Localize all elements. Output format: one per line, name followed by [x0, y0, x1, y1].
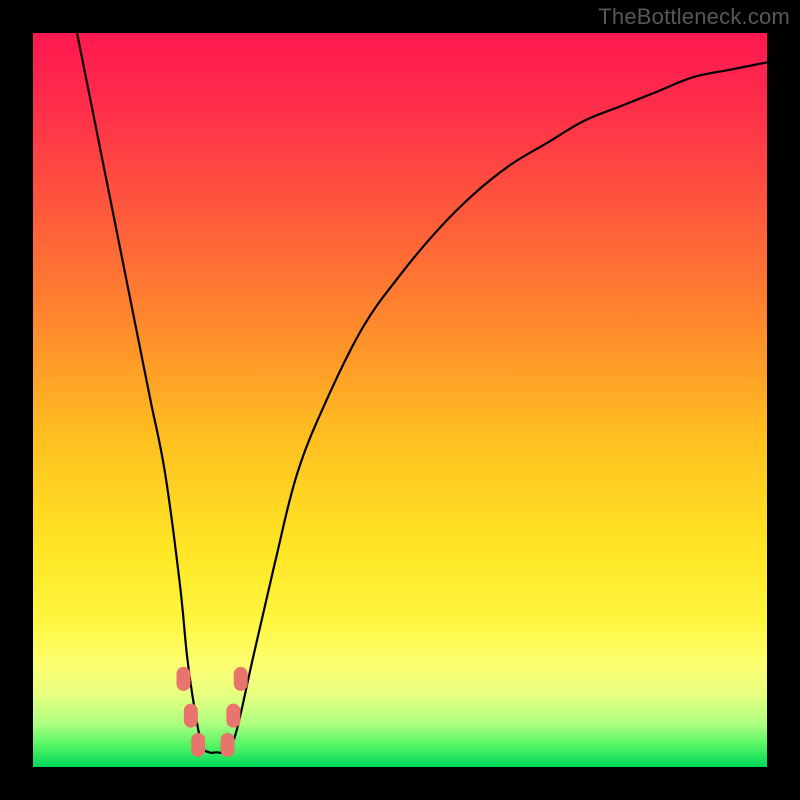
curve-line — [77, 33, 767, 753]
marker-dot — [184, 704, 198, 728]
marker-dot — [234, 667, 248, 691]
chart-svg — [33, 33, 767, 767]
chart-container: TheBottleneck.com — [0, 0, 800, 800]
marker-dot — [191, 733, 205, 757]
marker-dot — [221, 733, 235, 757]
plot-area — [33, 33, 767, 767]
marker-dot — [176, 667, 190, 691]
watermark-text: TheBottleneck.com — [598, 4, 790, 30]
marker-dot — [226, 704, 240, 728]
curve-markers — [176, 667, 247, 757]
